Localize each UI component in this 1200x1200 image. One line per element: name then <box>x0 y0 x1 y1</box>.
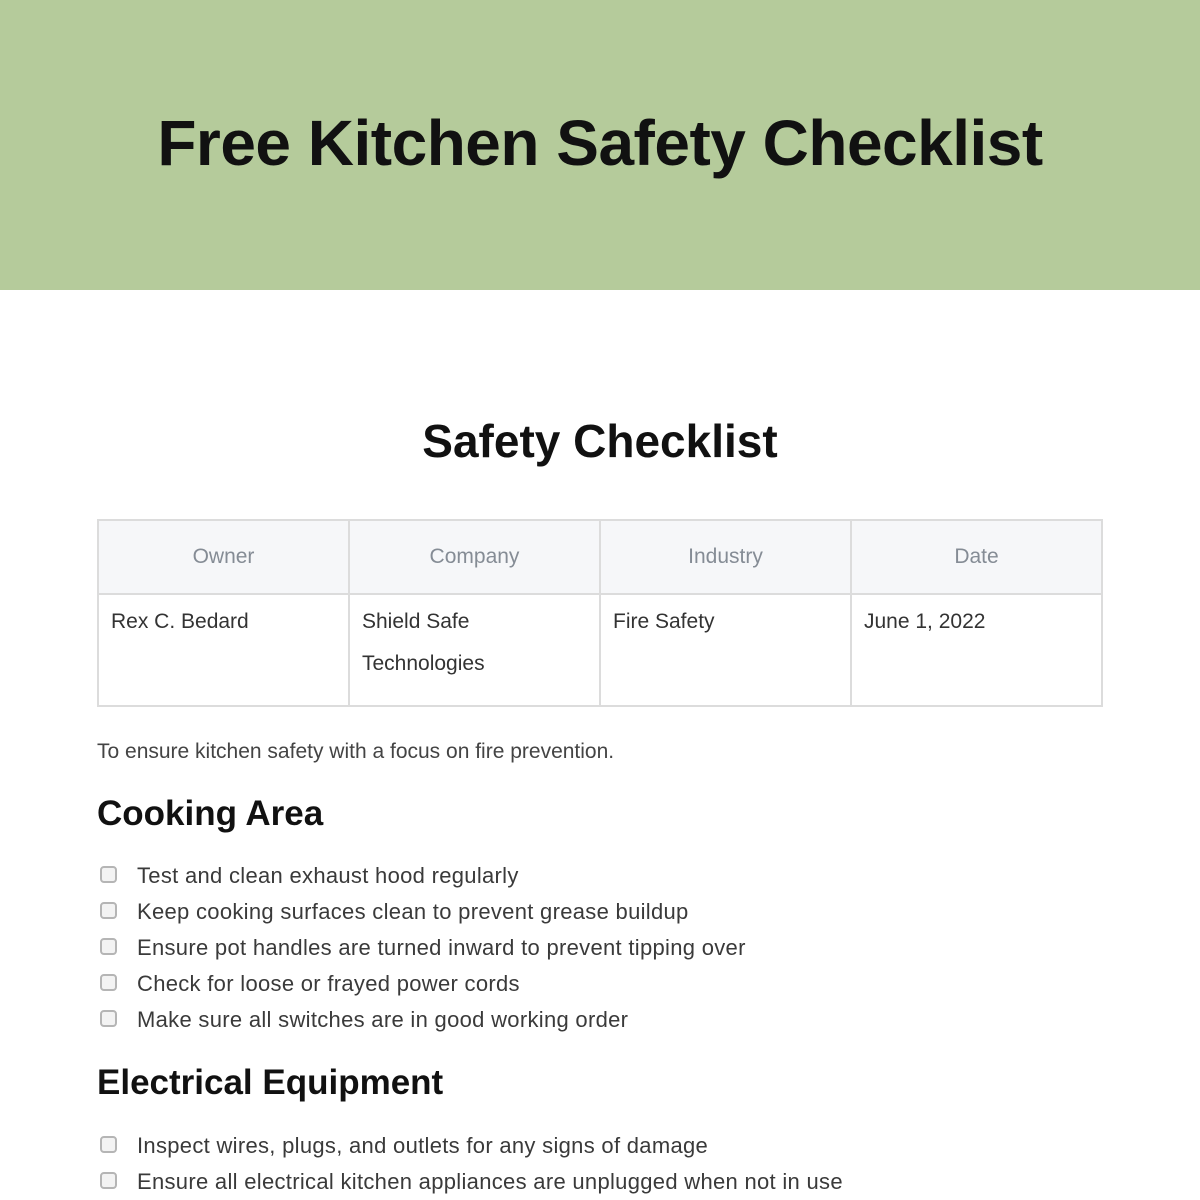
checklist-item-label: Check for loose or frayed power cords <box>137 971 520 996</box>
banner-title: Free Kitchen Safety Checklist <box>157 107 1043 179</box>
checklist-item-label: Ensure pot handles are turned inward to … <box>137 935 746 960</box>
checkbox[interactable] <box>100 937 117 955</box>
section-heading-cooking-area: Cooking Area <box>97 794 324 833</box>
info-table-header-row: Owner Company Industry Date <box>97 519 1103 595</box>
checkbox[interactable] <box>100 901 117 919</box>
date-value: June 1, 2022 <box>850 593 1103 707</box>
header-banner: Free Kitchen Safety Checklist <box>0 0 1200 290</box>
checklist-item-label: Keep cooking surfaces clean to prevent g… <box>137 899 689 924</box>
checkbox[interactable] <box>100 1135 117 1153</box>
checklist-item-label: Ensure all electrical kitchen appliances… <box>137 1169 843 1194</box>
document-title: Safety Checklist <box>422 415 778 467</box>
header-industry: Industry <box>599 519 852 595</box>
checklist-item[interactable]: Make sure all switches are in good worki… <box>100 1002 746 1038</box>
header-company: Company <box>348 519 601 595</box>
industry-value: Fire Safety <box>599 593 852 707</box>
checklist-item[interactable]: Ensure all electrical kitchen appliances… <box>100 1164 843 1200</box>
company-value: Shield Safe Technologies <box>348 593 601 707</box>
checkbox[interactable] <box>100 1171 117 1189</box>
checklist-item[interactable]: Check for loose or frayed power cords <box>100 966 746 1002</box>
checkbox[interactable] <box>100 1009 117 1027</box>
checklist-item-label: Test and clean exhaust hood regularly <box>137 863 519 888</box>
info-table: Owner Company Industry Date Rex C. Bedar… <box>97 519 1103 707</box>
intro-text: To ensure kitchen safety with a focus on… <box>97 740 615 763</box>
section-heading-electrical-equipment: Electrical Equipment <box>97 1063 444 1102</box>
checklist-cooking-area: Test and clean exhaust hood regularly Ke… <box>100 858 746 1038</box>
checkbox[interactable] <box>100 973 117 991</box>
checklist-item[interactable]: Test and clean exhaust hood regularly <box>100 858 746 894</box>
checklist-item[interactable]: Ensure pot handles are turned inward to … <box>100 930 746 966</box>
info-table-row: Rex C. Bedard Shield Safe Technologies F… <box>97 593 1103 707</box>
checkbox[interactable] <box>100 865 117 883</box>
checklist-item-label: Make sure all switches are in good worki… <box>137 1007 629 1032</box>
checklist-item[interactable]: Keep cooking surfaces clean to prevent g… <box>100 894 746 930</box>
owner-value: Rex C. Bedard <box>97 593 350 707</box>
header-date: Date <box>850 519 1103 595</box>
checklist-item[interactable]: Inspect wires, plugs, and outlets for an… <box>100 1128 843 1164</box>
header-owner: Owner <box>97 519 350 595</box>
checklist-item-label: Inspect wires, plugs, and outlets for an… <box>137 1133 709 1158</box>
checklist-electrical-equipment: Inspect wires, plugs, and outlets for an… <box>100 1128 843 1200</box>
